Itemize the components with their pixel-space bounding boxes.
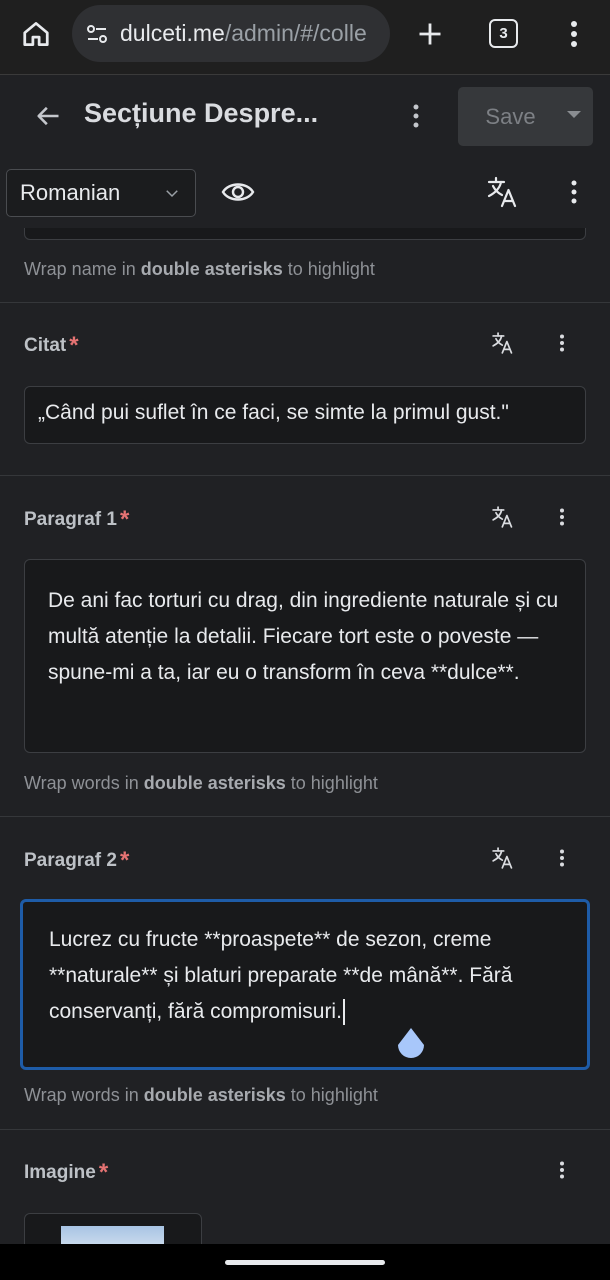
paragraf1-textarea[interactable]: De ani fac torturi cu drag, din ingredie…	[24, 559, 586, 753]
preview-button[interactable]	[218, 174, 258, 210]
paragraf2-hint: Wrap words in double asterisks to highli…	[24, 1085, 378, 1106]
navigation-bar	[0, 1244, 610, 1280]
page-title: Secțiune Despre...	[84, 98, 319, 128]
hint-bold: double asterisks	[140, 259, 283, 279]
language-select[interactable]: Romanian	[6, 169, 196, 217]
more-vert-icon	[571, 21, 577, 47]
new-tab-button[interactable]	[410, 14, 450, 54]
divider	[0, 1129, 610, 1130]
citat-input[interactable]: „Când pui suflet în ce faci, se simte la…	[24, 386, 586, 444]
translate-button[interactable]	[484, 173, 522, 211]
hint-bold: double asterisks	[143, 1085, 286, 1105]
divider	[0, 302, 610, 303]
text-cursor-handle-icon[interactable]	[396, 1028, 426, 1062]
hint-suffix: to highlight	[285, 1085, 378, 1105]
editor-form[interactable]: Wrap name in double asterisks to highlig…	[0, 228, 610, 1244]
address-bar[interactable]: dulceti.me/admin/#/colle	[72, 5, 390, 62]
paragraf2-textarea[interactable]: Lucrez cu fructe **proaspete** de sezon,…	[20, 899, 590, 1070]
divider	[0, 816, 610, 817]
name-hint: Wrap name in double asterisks to highlig…	[24, 259, 375, 280]
required-marker: *	[119, 506, 130, 533]
hint-bold: double asterisks	[143, 773, 286, 793]
language-value: Romanian	[20, 180, 121, 205]
paragraf2-label-text: Paragraf 2	[24, 850, 117, 871]
hint-suffix: to highlight	[282, 259, 375, 279]
tune-icon[interactable]	[84, 21, 110, 47]
required-marker: *	[119, 847, 130, 874]
hint-prefix: Wrap words in	[24, 773, 144, 793]
required-marker: *	[69, 332, 79, 359]
name-input[interactable]	[24, 228, 586, 240]
paragraf1-label-text: Paragraf 1	[24, 509, 117, 530]
home-gesture-handle[interactable]	[225, 1260, 385, 1265]
citat-label: Citat *	[24, 330, 79, 359]
arrow-back-icon	[37, 106, 59, 126]
editor-header: Secțiune Despre... Save	[0, 76, 610, 156]
url-text: dulceti.me/admin/#/colle	[120, 20, 367, 47]
imagine-options-button[interactable]	[548, 1153, 576, 1187]
browser-menu-button[interactable]	[556, 14, 592, 54]
url-path: /admin/#/colle	[224, 20, 367, 46]
hint-prefix: Wrap name in	[24, 259, 141, 279]
home-button[interactable]	[16, 14, 56, 54]
citat-label-text: Citat	[24, 335, 67, 356]
back-button[interactable]	[28, 96, 68, 136]
paragraf2-options-button[interactable]	[548, 841, 576, 875]
paragraf2-translate-button[interactable]	[486, 841, 520, 875]
browser-toolbar: dulceti.me/admin/#/colle 3	[0, 0, 610, 75]
paragraf1-translate-button[interactable]	[486, 500, 520, 534]
image-preview-card[interactable]	[24, 1213, 202, 1244]
chevron-down-icon	[157, 178, 187, 208]
save-dropdown-caret-icon[interactable]	[567, 111, 581, 118]
hint-suffix: to highlight	[285, 773, 378, 793]
citat-translate-button[interactable]	[486, 326, 520, 360]
imagine-label-text: Imagine	[24, 1162, 96, 1183]
tab-switcher-button[interactable]: 3	[489, 19, 518, 48]
image-thumbnail	[61, 1226, 164, 1244]
divider	[0, 475, 610, 476]
toolbar-options-button[interactable]	[558, 173, 590, 211]
paragraf2-text: Lucrez cu fructe **proaspete** de sezon,…	[49, 928, 513, 1023]
url-host: dulceti.me	[120, 20, 225, 46]
required-marker: *	[98, 1159, 109, 1186]
translate-icon	[492, 332, 513, 354]
home-icon	[23, 22, 49, 46]
paragraf2-label: Paragraf 2 *	[24, 845, 130, 874]
more-vert-icon	[413, 104, 419, 128]
more-vert-icon	[560, 334, 564, 352]
translate-icon	[487, 176, 517, 208]
more-vert-icon	[571, 180, 577, 204]
eye-icon	[221, 183, 255, 201]
plus-icon	[419, 23, 441, 45]
more-vert-icon	[560, 1161, 564, 1179]
save-button[interactable]: Save	[458, 87, 593, 146]
entry-options-button[interactable]	[400, 96, 432, 136]
paragraf1-label: Paragraf 1 *	[24, 504, 130, 533]
translate-icon	[492, 847, 513, 869]
imagine-label: Imagine *	[24, 1157, 109, 1186]
translate-icon	[492, 506, 513, 528]
more-vert-icon	[560, 508, 564, 526]
more-vert-icon	[560, 849, 564, 867]
locale-toolbar: Romanian	[0, 156, 610, 228]
text-cursor	[342, 999, 345, 1026]
paragraf1-options-button[interactable]	[548, 500, 576, 534]
paragraf1-hint: Wrap words in double asterisks to highli…	[24, 773, 378, 794]
citat-options-button[interactable]	[548, 326, 576, 360]
hint-prefix: Wrap words in	[24, 1085, 144, 1105]
